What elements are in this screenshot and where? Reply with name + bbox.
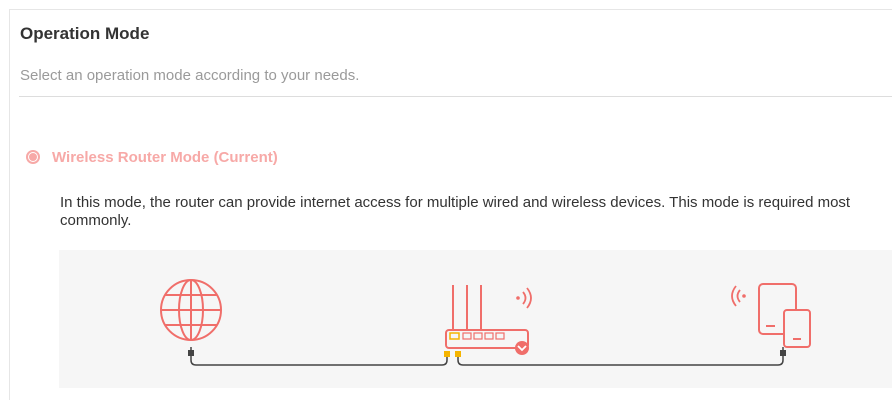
router-wifi-waves: [516, 287, 532, 309]
illustration-svg: [160, 279, 811, 366]
router-icon: [444, 285, 532, 357]
globe-icon: [160, 279, 222, 341]
section-title: Operation Mode: [20, 24, 150, 43]
phone-icon: [783, 309, 811, 348]
wan-led: [444, 351, 450, 357]
devices-icon: [731, 283, 811, 348]
cable-wan: [190, 347, 448, 366]
mode-illustration: [59, 250, 892, 388]
lan-led: [455, 351, 461, 357]
globe-connector: [188, 350, 194, 356]
operation-mode-panel: Operation Mode Select an operation mode …: [9, 9, 892, 400]
router-badge-icon: [515, 341, 529, 355]
device-connector: [780, 350, 786, 356]
mode-label[interactable]: Wireless Router Mode (Current): [52, 149, 278, 166]
radio-selected-icon[interactable]: [26, 150, 40, 164]
radio-dot: [29, 153, 37, 161]
wan-port: [449, 332, 460, 340]
cable-lines: [190, 347, 784, 366]
wireless-router-mode-radio[interactable]: Wireless Router Mode (Current): [26, 146, 278, 168]
mode-description: In this mode, the router can provide int…: [60, 194, 851, 229]
cable-lan: [457, 347, 784, 366]
section-subtitle: Select an operation mode according to yo…: [20, 67, 360, 84]
section-divider: [19, 96, 892, 97]
device-wifi-waves: [731, 285, 746, 307]
lan-ports: [462, 332, 505, 340]
